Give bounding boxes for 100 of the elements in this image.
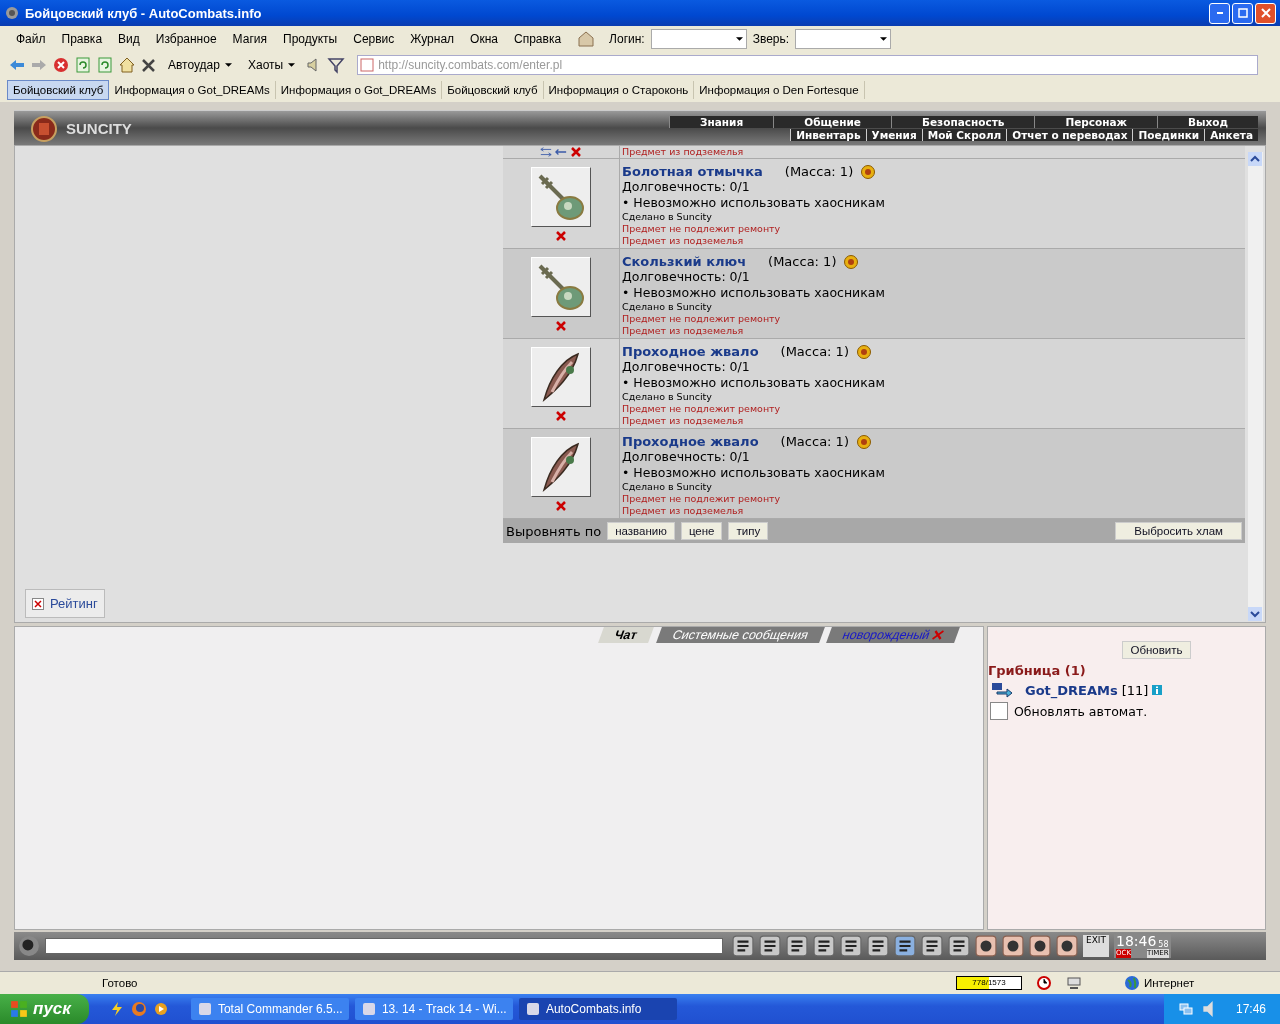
browser-icon[interactable] xyxy=(130,1001,147,1017)
link-tab[interactable]: Информация о Староконь xyxy=(543,81,695,99)
zone-text: Интернет xyxy=(1144,977,1195,989)
menu-item[interactable]: Избранное xyxy=(147,32,225,46)
private-message-icon[interactable] xyxy=(991,682,1013,698)
refresh-icon[interactable] xyxy=(74,56,92,74)
delete-icon[interactable] xyxy=(555,230,567,241)
taskbar-button[interactable]: Total Commander 6.5... xyxy=(190,998,349,1020)
refresh-icon[interactable] xyxy=(96,56,114,74)
house-icon[interactable] xyxy=(577,30,596,48)
taskbar-button[interactable]: AutoCombats.info xyxy=(518,998,677,1020)
maximize-button[interactable] xyxy=(1232,2,1253,24)
menu-item[interactable]: Продукты xyxy=(275,32,346,46)
refresh-button[interactable]: Обновить xyxy=(1122,641,1191,659)
stop-icon[interactable] xyxy=(52,56,70,74)
delete-icon[interactable] xyxy=(555,320,567,331)
link-tab[interactable]: Информация о Den Fortesque xyxy=(694,81,865,99)
user-level: [11] xyxy=(1121,682,1149,698)
claw-image xyxy=(531,346,591,407)
menu-item[interactable]: Магия xyxy=(224,32,275,46)
item-name[interactable]: Скользкий ключ xyxy=(622,254,747,269)
item-note: Предмет не подлежит ремонту xyxy=(622,493,782,505)
scroll-up-icon[interactable] xyxy=(1248,152,1262,166)
link-tab[interactable]: Информация о Got_DREAMs xyxy=(109,81,276,99)
app-icon xyxy=(360,1001,377,1017)
item-note: Предмет из подземелья xyxy=(622,146,745,158)
item-name[interactable]: Проходное жвало xyxy=(622,344,759,359)
delete-icon[interactable] xyxy=(555,500,567,511)
minimize-button[interactable] xyxy=(1209,2,1230,24)
sort-button[interactable]: типу xyxy=(728,522,769,540)
nav-link[interactable]: Персонаж xyxy=(1034,115,1158,128)
delete-icon[interactable] xyxy=(555,410,567,421)
item-weight: (Масса: 1) xyxy=(784,164,854,179)
item-restriction: • Невозможно использовать хаосникам xyxy=(622,375,886,391)
nav-link[interactable]: Отчет о переводах xyxy=(1006,128,1133,141)
network-icon xyxy=(1177,1001,1194,1017)
info-icon[interactable] xyxy=(1152,685,1163,695)
logo-text: SUNCITY xyxy=(66,119,132,137)
nav-link[interactable]: Умения xyxy=(865,128,922,141)
menu-item[interactable]: Правка xyxy=(53,32,111,46)
nav-link[interactable]: Выход xyxy=(1157,115,1258,128)
item-weight: (Масса: 1) xyxy=(780,344,849,359)
arrows-icon[interactable] xyxy=(540,147,552,157)
player-icon[interactable] xyxy=(152,1001,169,1017)
window-title: Бойцовский клуб - AutoCombats.info xyxy=(25,5,263,21)
rating-button[interactable]: Рейтинг xyxy=(25,589,105,618)
minimize-icon xyxy=(1215,11,1224,15)
coin-icon xyxy=(856,344,871,359)
nav-link[interactable]: Общение xyxy=(773,115,891,128)
item-note: Предмет из подземелья xyxy=(622,325,745,337)
chat-input[interactable] xyxy=(45,938,723,954)
exit-button[interactable]: EXIT xyxy=(1083,935,1109,957)
menu-item[interactable]: Окна xyxy=(462,32,506,46)
nav-link[interactable]: Инвентарь xyxy=(790,128,866,141)
menu-item[interactable]: Вид xyxy=(110,32,148,46)
link-tab[interactable]: Бойцовский клуб xyxy=(442,81,544,99)
scrollbar[interactable] xyxy=(1248,152,1263,621)
nav-link[interactable]: Мой Скролл xyxy=(921,128,1007,141)
item-origin: Сделано в Suncity xyxy=(622,211,713,223)
menu-item[interactable]: Журнал xyxy=(402,32,463,46)
pet-label: Зверь: xyxy=(752,32,790,46)
broken-image-icon xyxy=(32,597,44,610)
network-icon xyxy=(1066,975,1082,991)
chaos-button[interactable]: Хаоты xyxy=(241,58,302,72)
chat-tab[interactable]: Чат xyxy=(597,627,654,643)
chat-tab[interactable]: Системные сообщения xyxy=(655,627,825,643)
nav-link[interactable]: Безопасность xyxy=(890,115,1035,128)
item-name[interactable]: Болотная отмычка xyxy=(622,164,763,179)
user-name[interactable]: Got_DREAMs xyxy=(1025,682,1118,698)
nav-link[interactable]: Анкета xyxy=(1204,128,1258,141)
nav-link[interactable]: Поединки xyxy=(1132,128,1205,141)
item-origin: Сделано в Suncity xyxy=(622,391,713,403)
sort-button[interactable]: названию xyxy=(607,522,675,540)
link-tab[interactable]: Информация о Got_DREAMs xyxy=(275,81,443,99)
discard-button[interactable]: Выбросить хлам xyxy=(1115,522,1242,540)
tools-icon[interactable] xyxy=(140,56,158,74)
close-button[interactable] xyxy=(1255,2,1276,24)
delete-icon[interactable] xyxy=(570,147,582,157)
item-durability: Долговечность: 0/1 xyxy=(622,359,751,375)
item-weight: (Масса: 1) xyxy=(768,254,837,269)
autohit-button[interactable]: Автоудар xyxy=(162,58,238,72)
coin-icon xyxy=(844,254,859,269)
caret-icon xyxy=(224,63,232,67)
tray-clock: 17:46 xyxy=(1235,1002,1266,1016)
menu-item[interactable]: Справка xyxy=(506,32,570,46)
arrows-icon[interactable] xyxy=(555,147,567,157)
home-icon[interactable] xyxy=(118,56,136,74)
nav-link[interactable]: Знания xyxy=(669,115,774,128)
scroll-down-icon[interactable] xyxy=(1248,607,1262,621)
menu-item[interactable]: Файл xyxy=(8,32,54,46)
item-durability: Долговечность: 0/1 xyxy=(622,269,751,285)
auto-refresh-label: Обновлять автомат. xyxy=(1014,703,1148,719)
link-tab[interactable]: Бойцовский клуб xyxy=(7,80,110,100)
coin-icon xyxy=(856,434,871,449)
item-name[interactable]: Проходное жвало xyxy=(622,434,759,449)
taskbar-button[interactable]: 13. 14 - Track 14 - Wi... xyxy=(354,998,513,1020)
auto-refresh-checkbox[interactable] xyxy=(990,702,1008,720)
sort-button[interactable]: цене xyxy=(680,522,723,540)
menu-item[interactable]: Сервис xyxy=(345,32,403,46)
start-button[interactable]: пуск xyxy=(0,994,89,1024)
